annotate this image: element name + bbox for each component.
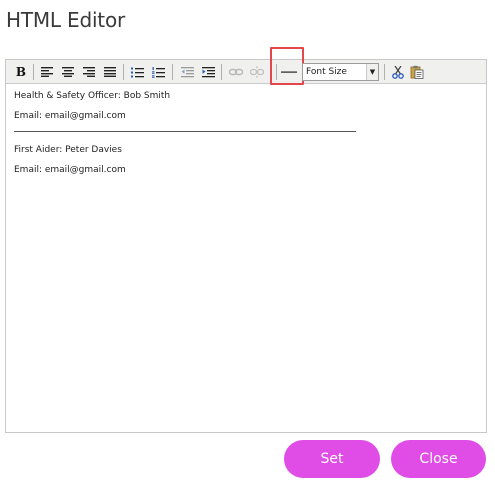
link-icon xyxy=(229,68,243,76)
align-center-icon xyxy=(62,67,74,77)
indent-icon xyxy=(201,66,215,77)
html-editor[interactable]: B Font Size ▼ Health & Safety Officer: B… xyxy=(5,47,487,433)
chevron-down-icon[interactable]: ▼ xyxy=(366,64,378,80)
toolbar-separator xyxy=(33,64,34,80)
toolbar-separator xyxy=(172,64,173,80)
content-line: Email: email@gmail.com xyxy=(14,165,126,175)
font-size-select[interactable]: Font Size ▼ xyxy=(302,63,379,81)
bold-icon: B xyxy=(15,65,27,79)
horizontal-rule xyxy=(14,131,356,132)
bullet-list-icon xyxy=(130,67,144,77)
toolbar-separator xyxy=(221,64,222,80)
font-size-select-label: Font Size xyxy=(306,67,347,77)
align-left-button[interactable] xyxy=(38,63,56,81)
align-justify-button[interactable] xyxy=(101,63,119,81)
numbered-list-icon xyxy=(151,66,165,78)
set-button[interactable]: Set xyxy=(284,440,380,478)
cut-icon xyxy=(392,65,404,79)
outdent-icon xyxy=(180,66,194,77)
unlink-icon xyxy=(250,66,264,78)
bold-button[interactable]: B xyxy=(12,63,30,81)
toolbar-separator xyxy=(384,64,385,80)
align-left-icon xyxy=(41,67,53,77)
paste-icon xyxy=(410,65,424,79)
unlink-button[interactable] xyxy=(248,63,266,81)
dialog-title: HTML Editor xyxy=(6,8,126,32)
align-right-icon xyxy=(83,67,95,77)
indent-button[interactable] xyxy=(199,63,217,81)
align-right-button[interactable] xyxy=(80,63,98,81)
content-line: Email: email@gmail.com xyxy=(14,111,126,121)
toolbar-separator xyxy=(123,64,124,80)
align-justify-icon xyxy=(104,67,116,77)
editor-content[interactable]: Health & Safety Officer: Bob Smith Email… xyxy=(14,90,474,184)
editor-toolbar: B Font Size ▼ xyxy=(6,47,486,85)
link-button[interactable] xyxy=(227,63,245,81)
numbered-list-button[interactable] xyxy=(149,63,167,81)
bullet-list-button[interactable] xyxy=(128,63,146,81)
align-center-button[interactable] xyxy=(59,63,77,81)
horizontal-rule-icon xyxy=(281,71,297,73)
paste-button[interactable] xyxy=(408,63,426,81)
toolbar-separator xyxy=(276,64,277,80)
close-button[interactable]: Close xyxy=(391,440,486,478)
outdent-button[interactable] xyxy=(178,63,196,81)
content-line: First Aider: Peter Davies xyxy=(14,145,122,155)
cut-button[interactable] xyxy=(389,63,407,81)
horizontal-rule-button[interactable] xyxy=(280,63,298,81)
content-line: Health & Safety Officer: Bob Smith xyxy=(14,91,171,101)
